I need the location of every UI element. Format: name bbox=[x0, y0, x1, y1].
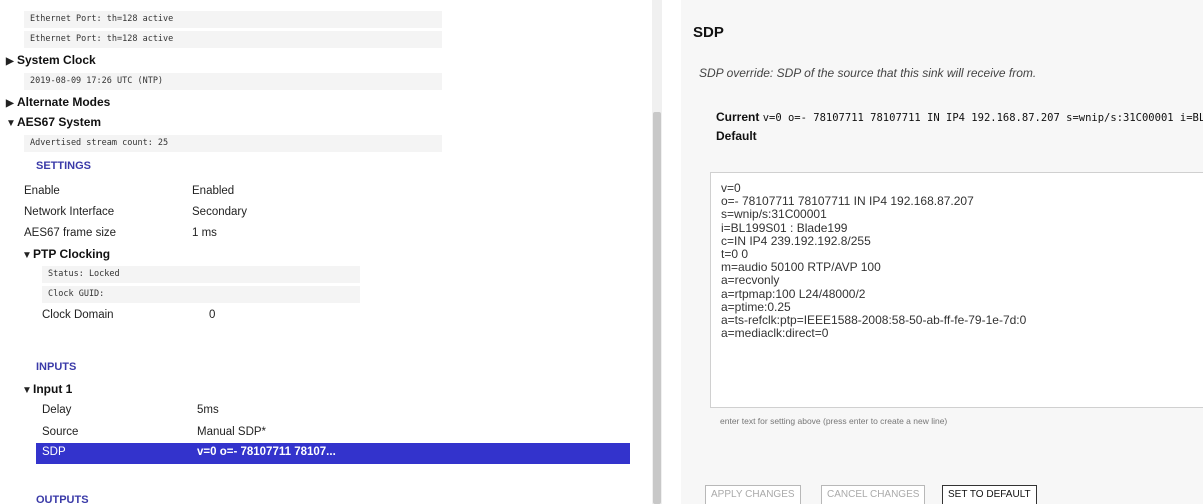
ptp-clock-guid: Clock GUID: bbox=[42, 286, 360, 303]
input-label-source: Source bbox=[42, 426, 79, 438]
tree-node-label: System Clock bbox=[17, 53, 96, 67]
tree-node-label: PTP Clocking bbox=[33, 247, 111, 261]
sdp-text-line: a=rtpmap:100 L24/48000/2 bbox=[721, 286, 866, 301]
tree-node-aes67-system[interactable]: ▼AES67 System bbox=[6, 115, 101, 129]
ethernet-status-1: Ethernet Port: th=128 active bbox=[24, 11, 442, 28]
triangle-down-icon: ▼ bbox=[22, 250, 32, 261]
tree-node-label: Input 1 bbox=[33, 382, 73, 396]
setting-label-frame-size: AES67 frame size bbox=[24, 227, 117, 239]
setting-value-frame-size[interactable]: 1 ms bbox=[192, 227, 217, 239]
setting-label-network-interface: Network Interface bbox=[24, 206, 115, 218]
setting-value-network-interface[interactable]: Secondary bbox=[192, 206, 247, 218]
tree-scrollbar[interactable] bbox=[652, 0, 662, 504]
sdp-row-label: SDP bbox=[42, 446, 66, 458]
current-value-line: Current v=0 o=- 78107711 78107711 IN IP4… bbox=[716, 110, 1203, 124]
set-to-default-button[interactable]: SET TO DEFAULT bbox=[942, 485, 1037, 504]
aes67-status: Advertised stream count: 25 bbox=[24, 135, 442, 152]
detail-description: SDP override: SDP of the source that thi… bbox=[699, 66, 1037, 80]
input-value-source[interactable]: Manual SDP* bbox=[197, 426, 266, 438]
inputs-section-title: INPUTS bbox=[36, 361, 77, 373]
sdp-text-input[interactable]: v=0 o=- 78107711 78107711 IN IP4 192.168… bbox=[710, 172, 1203, 408]
outputs-section-title: OUTPUTS bbox=[36, 494, 89, 504]
sdp-text-line: m=audio 50100 RTP/AVP 100 bbox=[721, 260, 881, 275]
sdp-detail-panel: SDP SDP override: SDP of the source that… bbox=[681, 0, 1203, 504]
setting-label-enable: Enable bbox=[24, 185, 60, 197]
clock-domain-label: Clock Domain bbox=[42, 309, 114, 321]
sdp-row-selected[interactable]: SDP v=0 o=- 78107711 78107... bbox=[36, 443, 630, 464]
tree-node-system-clock[interactable]: ▶ System Clock bbox=[6, 53, 96, 67]
sdp-text-line: i=BL199S01 : Blade199 bbox=[721, 220, 848, 235]
settings-section-title: SETTINGS bbox=[36, 160, 92, 172]
apply-changes-button[interactable]: APPLY CHANGES bbox=[705, 485, 801, 504]
tree-node-label: Alternate Modes bbox=[17, 95, 111, 109]
current-value: v=0 o=- 78107711 78107711 IN IP4 192.168… bbox=[762, 112, 1203, 124]
current-label: Current bbox=[716, 110, 760, 124]
setting-value-enable[interactable]: Enabled bbox=[192, 185, 234, 197]
sdp-text-line: a=recvonly bbox=[721, 273, 780, 288]
input-value-delay[interactable]: 5ms bbox=[197, 404, 219, 416]
input-hint: enter text for setting above (press ente… bbox=[720, 416, 948, 426]
ptp-status: Status: Locked bbox=[42, 266, 360, 283]
triangle-right-icon: ▶ bbox=[6, 98, 14, 109]
sdp-text-line: s=wnip/s:31C00001 bbox=[721, 207, 827, 222]
sdp-text-line: a=mediaclk:direct=0 bbox=[721, 326, 829, 341]
tree-node-input-1[interactable]: ▼Input 1 bbox=[22, 382, 72, 396]
scrollbar-thumb[interactable] bbox=[653, 112, 661, 504]
triangle-right-icon: ▶ bbox=[6, 56, 14, 67]
tree-node-alternate-modes[interactable]: ▶ Alternate Modes bbox=[6, 95, 110, 109]
input-label-delay: Delay bbox=[42, 404, 72, 416]
settings-tree-panel: Ethernet Port: th=128 active Ethernet Po… bbox=[0, 0, 652, 504]
tree-node-ptp-clocking[interactable]: ▼PTP Clocking bbox=[22, 247, 110, 261]
detail-title: SDP bbox=[693, 24, 724, 41]
ethernet-status-2: Ethernet Port: th=128 active bbox=[24, 31, 442, 48]
default-label: Default bbox=[716, 129, 757, 143]
clock-domain-value[interactable]: 0 bbox=[209, 309, 215, 321]
sdp-text-line: c=IN IP4 239.192.192.8/255 bbox=[721, 233, 871, 248]
system-clock-status: 2019-08-09 17:26 UTC (NTP) bbox=[24, 73, 442, 90]
triangle-down-icon: ▼ bbox=[6, 118, 16, 129]
cancel-changes-button[interactable]: CANCEL CHANGES bbox=[821, 485, 926, 504]
tree-node-label: AES67 System bbox=[17, 115, 102, 129]
sdp-row-value: v=0 o=- 78107711 78107... bbox=[197, 446, 336, 458]
triangle-down-icon: ▼ bbox=[22, 385, 32, 396]
